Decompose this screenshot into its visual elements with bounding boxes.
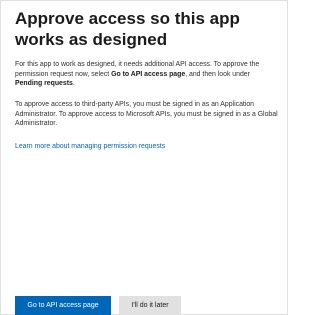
instructions-text-middle: , and then look under bbox=[185, 70, 250, 78]
go-to-api-access-page-emphasis: Go to API access page bbox=[111, 70, 186, 78]
dialog-title: Approve access so this app works as desi… bbox=[15, 9, 240, 49]
admin-requirements-paragraph: To approve access to third-party APIs, y… bbox=[15, 101, 278, 128]
instructions-paragraph: For this app to work as designed, it nee… bbox=[15, 60, 279, 89]
instructions-text-after: . bbox=[72, 80, 75, 88]
pending-requests-emphasis: Pending requests bbox=[15, 80, 73, 88]
go-to-api-access-page-button[interactable]: Go to API access page bbox=[15, 296, 111, 315]
approve-access-dialog: Approve access so this app works as desi… bbox=[0, 0, 288, 315]
do-it-later-button[interactable]: I'll do it later bbox=[119, 296, 181, 315]
learn-more-link[interactable]: Learn more about managing permission req… bbox=[15, 142, 165, 152]
